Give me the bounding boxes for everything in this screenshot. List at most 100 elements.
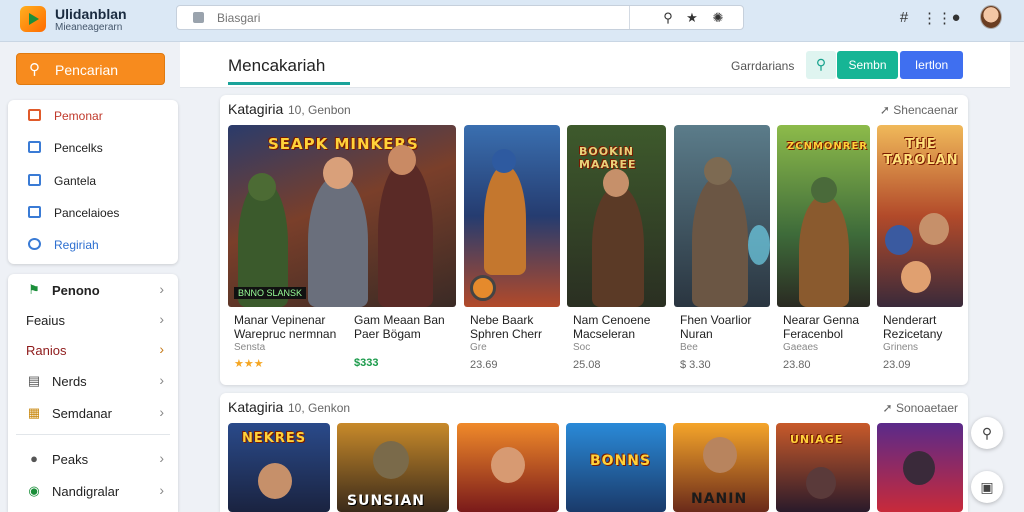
game-tile[interactable]: Nebe Baark Sphren Cherr Gre 23.69 [464,125,560,381]
chevron-right-icon: › [159,482,164,498]
game-tile[interactable]: SUNSIAN [337,423,449,512]
game-title: Manar Vepinenar [234,313,326,327]
chevron-right-icon: › [159,281,164,297]
glow-effect [748,225,770,265]
section-title: Katagiria [228,399,284,415]
sidebar-item-gantela[interactable]: Gantela [8,170,178,192]
chevron-right-icon: › [159,450,164,466]
game-title: Gam Meaan Ban [354,313,445,327]
section-link[interactable]: ➚ Shencaenar [880,103,958,117]
section-link-label: Sonoaetaer [895,401,958,415]
search-primary-button[interactable]: ⚲ Pencarian [16,53,165,85]
section-count: 10, Genbon [288,103,351,117]
game-tile[interactable]: THE TAROLAN Nenderart Rezicetany Grinens… [877,125,963,381]
game-price: $333 [354,357,379,369]
game-tile[interactable]: BOOKIN MAAREE Nam Cenoene Macseleran Soc… [567,125,666,381]
apps-icon[interactable]: ⋮⋮ [922,9,952,27]
search-icon[interactable]: ⚲ [659,9,677,27]
character-figure [378,160,433,307]
character-head [703,437,737,473]
category-section-2: Katagiria 10, Genkon ➚ Sonoaetaer NEKRES… [220,393,968,512]
section-link-label: Shencaenar [893,103,958,117]
game-subtitle: Rezicetany [883,327,943,341]
game-price: 23.80 [783,359,811,371]
game-tile[interactable]: NANIN [673,423,769,512]
sidebar-item-pemonar[interactable]: Pemonar [8,105,178,127]
header-link[interactable]: Garrdarians [731,59,794,73]
sidebar-item-ranios[interactable]: Ranios › [0,338,178,362]
game-price: $ 3.30 [680,359,711,371]
avatar[interactable] [980,5,1002,29]
game-cover: ZCNMONRER [777,125,870,307]
sidebar-item-peaks[interactable]: ● Peaks › [8,447,178,471]
character-figure [799,195,849,307]
sidebar-item-label: Semdanar [52,406,112,421]
game-subtitle: Warepruc nermnan [234,327,337,341]
character-head [919,213,949,245]
character-figure [308,175,368,307]
game-subtitle: Macseleran [573,327,636,341]
game-meta: Gaeaes [783,342,819,353]
share-icon[interactable]: ▣ [971,471,1003,503]
sidebar-item-regiriah[interactable]: Regiriah [8,234,178,256]
list-icon [28,206,41,218]
pin-icon[interactable]: ⚲ [971,417,1003,449]
settings-icon[interactable]: ✺ [709,9,727,27]
sidebar-item-feaius[interactable]: Feaius › [0,308,178,332]
star-icon[interactable]: ★ [683,9,701,27]
character-head [806,467,836,499]
sidebar-item-label: Penono [52,283,100,298]
sidebar-item-nandigralar[interactable]: ◉ Nandigralar › [8,479,178,503]
search-bar: ⚲ ★ ✺ [176,5,744,30]
sidebar-item-semdanar[interactable]: ▦ Semdanar › [8,401,178,425]
app-title: Ulidanblan [55,6,127,22]
sidebar-item-pencelks[interactable]: Pencelks [8,137,178,159]
category-section-1: Katagiria 10, Genbon ➚ Shencaenar SEAPK … [220,95,968,385]
game-tile[interactable]: Fhen Voarlior Nuran Bee $ 3.30 [674,125,770,381]
app-logo[interactable] [20,6,46,32]
sidebar-item-pancelaioes[interactable]: Pancelaioes [8,202,178,224]
pin-icon: ➚ [882,401,896,415]
game-subtitle: Nuran [680,327,713,341]
green-button[interactable]: Sembn [837,51,898,79]
app-subtitle: Mieaneagerarn [55,22,123,33]
window-icon [28,174,41,186]
page-title: Mencakariah [228,56,326,75]
section-link[interactable]: ➚ Sonoaetaer [883,401,958,415]
document-icon: ▤ [27,373,41,388]
game-banner: ZCNMONRER [787,141,869,152]
section-count: 10, Genkon [288,401,351,415]
sidebar-item-label: Regiriah [54,238,99,252]
game-tile[interactable]: NEKRES [228,423,330,512]
calendar-icon [28,141,41,153]
character-head [901,261,931,293]
game-banner: UNIAGE [790,433,844,446]
chat-icon[interactable]: ● [947,9,965,26]
group-icon: ● [30,451,38,466]
sidebar-item-label: Feaius [26,313,66,328]
game-tile[interactable] [877,423,963,512]
character-head [492,149,516,173]
game-tile[interactable] [457,423,559,512]
game-tile[interactable]: SEAPK MINKERS BNNO SLANSK Manar Vepinena… [228,125,456,381]
page-title-underline [228,82,350,85]
game-tile[interactable]: UNIAGE [776,423,870,512]
game-price: 23.69 [470,359,498,371]
sidebar-item-nerds[interactable]: ▤ Nerds › [8,369,178,393]
game-cover [464,125,560,307]
grid-icon[interactable]: # [895,9,913,26]
section-title: Katagiria [228,101,284,117]
game-tile[interactable]: ZCNMONRER Nearar Genna Feracenbol Gaeaes… [777,125,870,381]
blue-button[interactable]: Iertlon [900,51,963,79]
game-tile[interactable]: BONNS [566,423,666,512]
search-button[interactable]: ⚲ [806,51,836,79]
sidebar-item-penono[interactable]: ⚑ Penono › [8,278,178,302]
sidebar-item-label: Peaks [52,452,89,467]
flag-icon: ⚑ [28,282,40,297]
character-figure [484,165,526,275]
chevron-right-icon: › [159,372,164,388]
search-input[interactable] [217,9,617,27]
note-icon: ▦ [27,405,41,420]
search-divider [629,6,630,29]
search-icon: ⚲ [29,61,40,78]
